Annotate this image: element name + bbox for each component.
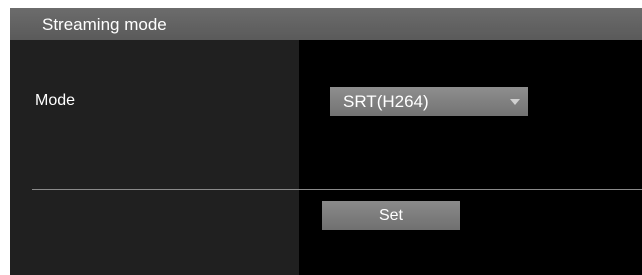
panel-title: Streaming mode xyxy=(42,15,167,34)
mode-label: Mode xyxy=(35,92,76,109)
chevron-down-icon xyxy=(510,99,520,105)
mode-select-value: SRT(H264) xyxy=(343,92,429,111)
section-divider xyxy=(32,189,642,190)
panel-header: Streaming mode xyxy=(10,8,642,40)
label-column xyxy=(10,40,299,275)
streaming-mode-panel: Streaming mode xyxy=(10,8,642,275)
set-button[interactable]: Set xyxy=(322,201,460,230)
mode-select[interactable]: SRT(H264) xyxy=(330,87,528,116)
